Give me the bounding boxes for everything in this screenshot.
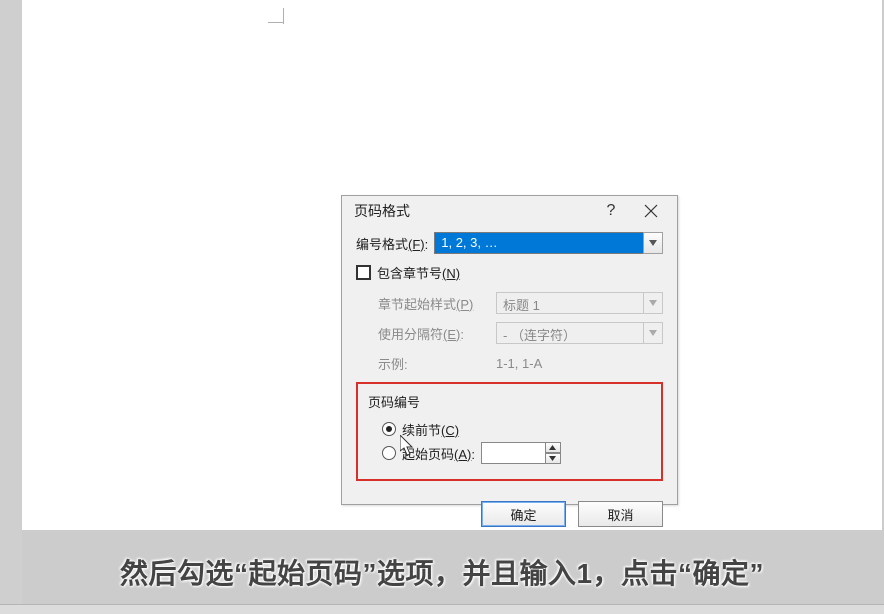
chevron-down-icon <box>643 322 663 344</box>
example-label: 示例: <box>378 354 496 373</box>
start-at-radio[interactable] <box>382 446 396 460</box>
dialog-content: 编号格式(F): 1, 2, 3, … 包含章节号(N) 章节起始样式(P) <box>342 226 677 491</box>
status-bar-strip <box>0 604 884 614</box>
separator-value: - （连字符） <box>496 322 643 344</box>
chevron-down-icon <box>643 292 663 314</box>
chapter-start-combo: 标题 1 <box>496 292 663 314</box>
continue-previous-label: 续前节(C) <box>402 420 459 439</box>
start-at-spinner[interactable] <box>481 442 561 464</box>
page-number-group-highlight: 页码编号 续前节(C) 起始页码(A): <box>356 382 663 481</box>
continue-previous-radio-row[interactable]: 续前节(C) <box>382 417 651 441</box>
dialog-close-button[interactable] <box>631 197 671 225</box>
page-number-group-title: 页码编号 <box>368 392 651 411</box>
cancel-button[interactable]: 取消 <box>578 501 663 527</box>
subtitle-text: 然后勾选“起始页码”选项，并且输入1，点击“确定” <box>120 552 764 592</box>
tutorial-subtitle: 然后勾选“起始页码”选项，并且输入1，点击“确定” <box>0 550 884 594</box>
page-margin-mark <box>268 0 288 28</box>
continue-previous-radio[interactable] <box>382 422 396 436</box>
include-chapter-row[interactable]: 包含章节号(N) <box>356 260 663 284</box>
start-at-label: 起始页码(A): <box>402 444 475 463</box>
chapter-start-value: 标题 1 <box>496 292 643 314</box>
separator-combo: - （连字符） <box>496 322 663 344</box>
ok-button[interactable]: 确定 <box>481 501 566 527</box>
include-chapter-checkbox[interactable] <box>356 265 371 280</box>
close-icon <box>644 204 658 218</box>
separator-label: 使用分隔符(E): <box>378 324 496 343</box>
start-at-radio-row[interactable]: 起始页码(A): <box>382 441 651 465</box>
number-format-row: 编号格式(F): 1, 2, 3, … <box>356 230 663 256</box>
dialog-button-row: 确定 取消 <box>342 501 677 527</box>
dialog-titlebar: 页码格式 ? <box>342 196 677 226</box>
spinner-up-button[interactable] <box>545 442 561 453</box>
dialog-help-button[interactable]: ? <box>591 197 631 225</box>
number-format-label: 编号格式(F): <box>356 234 428 253</box>
chevron-down-icon <box>643 232 663 254</box>
number-format-combo[interactable]: 1, 2, 3, … <box>434 232 663 254</box>
include-chapter-label: 包含章节号(N) <box>377 263 460 282</box>
dialog-title: 页码格式 <box>354 201 591 221</box>
chapter-subgroup: 章节起始样式(P) 标题 1 使用分隔符(E): - （连字符） <box>378 290 663 376</box>
spinner-down-button[interactable] <box>545 453 561 464</box>
chapter-start-label: 章节起始样式(P) <box>378 294 496 313</box>
number-format-value: 1, 2, 3, … <box>434 232 643 254</box>
app-left-gutter <box>0 0 22 614</box>
example-value: 1-1, 1-A <box>496 356 542 371</box>
page-number-format-dialog: 页码格式 ? 编号格式(F): 1, 2, 3, … 包含章节号(N) <box>341 195 678 505</box>
start-at-input[interactable] <box>481 442 545 464</box>
